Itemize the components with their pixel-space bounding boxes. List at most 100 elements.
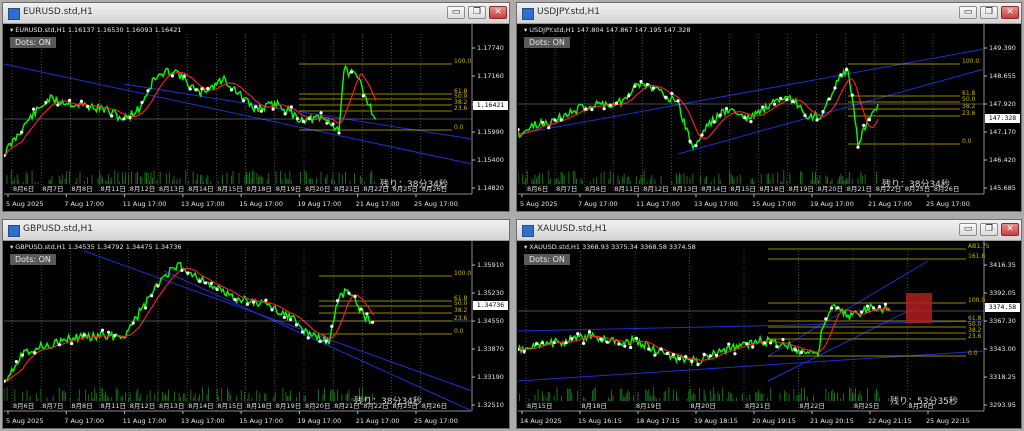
signal-dot bbox=[271, 107, 275, 111]
chart-window-xauusd[interactable]: XAUUSD.std,H1 ▭ ❐ ✕ 8月15日 8月18日 8月19日 8月20日… bbox=[516, 219, 1022, 429]
time-tick-label: 15 Aug 17:00 bbox=[752, 200, 796, 208]
window-titlebar[interactable]: GBPUSD.std,H1 bbox=[3, 220, 509, 241]
signal-dot bbox=[33, 351, 37, 355]
signal-dot bbox=[647, 347, 651, 351]
signal-dot bbox=[559, 118, 563, 122]
current-price-label: 147.328 bbox=[985, 114, 1020, 123]
signal-dot bbox=[627, 94, 631, 98]
signal-dot bbox=[203, 281, 208, 285]
date-label: 8月21日 bbox=[745, 402, 770, 410]
date-label: 8月18日 bbox=[247, 185, 272, 193]
date-label: 8月22日 bbox=[800, 402, 825, 410]
maximize-button[interactable]: ❐ bbox=[980, 223, 998, 236]
dots-toggle-button[interactable]: Dots: ON bbox=[524, 254, 570, 265]
signal-dot bbox=[324, 339, 328, 343]
signal-dot bbox=[676, 99, 680, 103]
price-tick-label: 1.35910 bbox=[477, 261, 504, 269]
bar-remaining-time: 残り：53分35秒 bbox=[890, 397, 958, 407]
signal-dot bbox=[803, 113, 807, 118]
signal-dot bbox=[779, 96, 783, 100]
signal-dot bbox=[209, 281, 213, 286]
dropdown-arrow-icon[interactable]: ▾ bbox=[524, 243, 527, 251]
dots-toggle-button[interactable]: Dots: ON bbox=[10, 37, 56, 48]
close-button[interactable]: ✕ bbox=[489, 6, 507, 19]
signal-dot bbox=[330, 324, 334, 328]
signal-dot bbox=[270, 308, 274, 312]
signal-dot bbox=[518, 128, 520, 132]
signal-dot bbox=[188, 87, 192, 91]
signal-dot bbox=[294, 323, 299, 327]
maximize-button[interactable]: ❐ bbox=[468, 6, 486, 19]
signal-dot bbox=[331, 122, 335, 126]
price-line bbox=[4, 261, 375, 384]
signal-dot bbox=[301, 119, 306, 124]
chart-window-usdjpy[interactable]: USDJPY.std,H1 ▭ ❐ ✕ 8月6日 8月7日 8月8日 8月11日 8月1… bbox=[516, 2, 1022, 212]
chart-area[interactable]: 8月15日 8月18日 8月19日 8月20日 8月21日 8月22日 8月25日 8月26日… bbox=[518, 241, 1020, 428]
signal-dot bbox=[645, 82, 649, 87]
signal-dot bbox=[335, 299, 340, 303]
chart-window-gbpusd[interactable]: GBPUSD.std,H1 8月6日 8月7日 8月8日 8月11日 8月12日 8月13… bbox=[2, 219, 510, 429]
signal-dot bbox=[605, 340, 609, 344]
signal-dot bbox=[319, 111, 323, 115]
window-titlebar[interactable]: USDJPY.std,H1 ▭ ❐ ✕ bbox=[517, 3, 1021, 24]
dropdown-arrow-icon[interactable]: ▾ bbox=[524, 26, 527, 34]
symbol-info: ▾ GBPUSD.std,H1 1.34535 1.34792 1.34475 1… bbox=[10, 243, 182, 251]
minimize-button[interactable]: ▭ bbox=[959, 6, 977, 19]
bar-remaining-time: 残り：38分34秒 bbox=[882, 180, 950, 190]
signal-dot bbox=[867, 118, 872, 122]
signal-dot bbox=[633, 84, 637, 88]
signal-dot bbox=[253, 105, 258, 109]
signal-dot bbox=[56, 103, 60, 107]
time-tick-label: 11 Aug 17:00 bbox=[123, 417, 167, 425]
chart-area[interactable]: 8月6日 8月7日 8月8日 8月11日 8月12日 8月13日 8月14日 8月15日 8月1… bbox=[4, 24, 508, 211]
time-tick-label: 21 Aug 17:00 bbox=[356, 417, 400, 425]
date-label: 8月6日 bbox=[13, 185, 34, 193]
signal-dot bbox=[670, 91, 674, 96]
signal-dot bbox=[110, 114, 114, 118]
time-tick-label: 7 Aug 17:00 bbox=[64, 200, 104, 208]
date-label: 8月19日 bbox=[276, 402, 301, 410]
chart-window-eurusd[interactable]: EURUSD.std,H1 ▭ ❐ ✕ 8月6日 8月7日 8月8日 8月11日 8月1… bbox=[2, 2, 510, 212]
dropdown-arrow-icon[interactable]: ▾ bbox=[10, 26, 13, 34]
minimize-button[interactable]: ▭ bbox=[959, 223, 977, 236]
signal-dot bbox=[552, 340, 556, 345]
close-button[interactable]: ✕ bbox=[1001, 6, 1019, 19]
date-label: 8月26日 bbox=[422, 402, 447, 410]
dots-toggle-button[interactable]: Dots: ON bbox=[524, 37, 570, 48]
signal-dot bbox=[688, 139, 692, 143]
price-tick-label: 1.17740 bbox=[477, 44, 504, 52]
signal-dot bbox=[799, 350, 804, 354]
trend-line bbox=[767, 260, 929, 357]
date-label: 8月12日 bbox=[130, 185, 155, 193]
signal-dot bbox=[708, 354, 712, 358]
date-label: 8月13日 bbox=[159, 185, 184, 193]
fibonacci-level-label: 50.0 bbox=[454, 300, 468, 307]
dots-toggle-button[interactable]: Dots: ON bbox=[10, 254, 56, 265]
signal-dot bbox=[743, 116, 747, 120]
signal-dot bbox=[170, 74, 175, 78]
close-button[interactable]: ✕ bbox=[1001, 223, 1019, 236]
dropdown-arrow-icon[interactable]: ▾ bbox=[10, 243, 13, 251]
chart-area[interactable]: 8月6日 8月7日 8月8日 8月11日 8月12日 8月13日 8月14日 8月15日 8月1… bbox=[4, 241, 508, 428]
minimize-button[interactable]: ▭ bbox=[447, 6, 465, 19]
signal-dot bbox=[547, 125, 551, 130]
maximize-button[interactable]: ❐ bbox=[980, 6, 998, 19]
date-label: 8月19日 bbox=[636, 402, 661, 410]
date-label: 8月8日 bbox=[585, 185, 606, 193]
signal-dot bbox=[835, 306, 840, 310]
signal-dot bbox=[733, 352, 737, 356]
signal-dot bbox=[696, 362, 700, 367]
date-label: 8月15日 bbox=[217, 185, 242, 193]
signal-dot bbox=[245, 302, 250, 306]
date-label: 8月18日 bbox=[582, 402, 607, 410]
window-titlebar[interactable]: EURUSD.std,H1 ▭ ❐ ✕ bbox=[3, 3, 509, 24]
signal-dot bbox=[229, 88, 234, 92]
window-titlebar[interactable]: XAUUSD.std,H1 ▭ ❐ ✕ bbox=[517, 220, 1021, 241]
signal-dot bbox=[570, 336, 574, 341]
moving-average-line bbox=[4, 267, 375, 384]
time-tick-label: 13 Aug 17:00 bbox=[181, 417, 225, 425]
signal-dot bbox=[839, 73, 843, 77]
signal-dot bbox=[781, 337, 785, 342]
signal-dot bbox=[576, 332, 580, 336]
chart-area[interactable]: 8月6日 8月7日 8月8日 8月11日 8月12日 8月13日 8月14日 8月15日 8月1… bbox=[518, 24, 1020, 211]
